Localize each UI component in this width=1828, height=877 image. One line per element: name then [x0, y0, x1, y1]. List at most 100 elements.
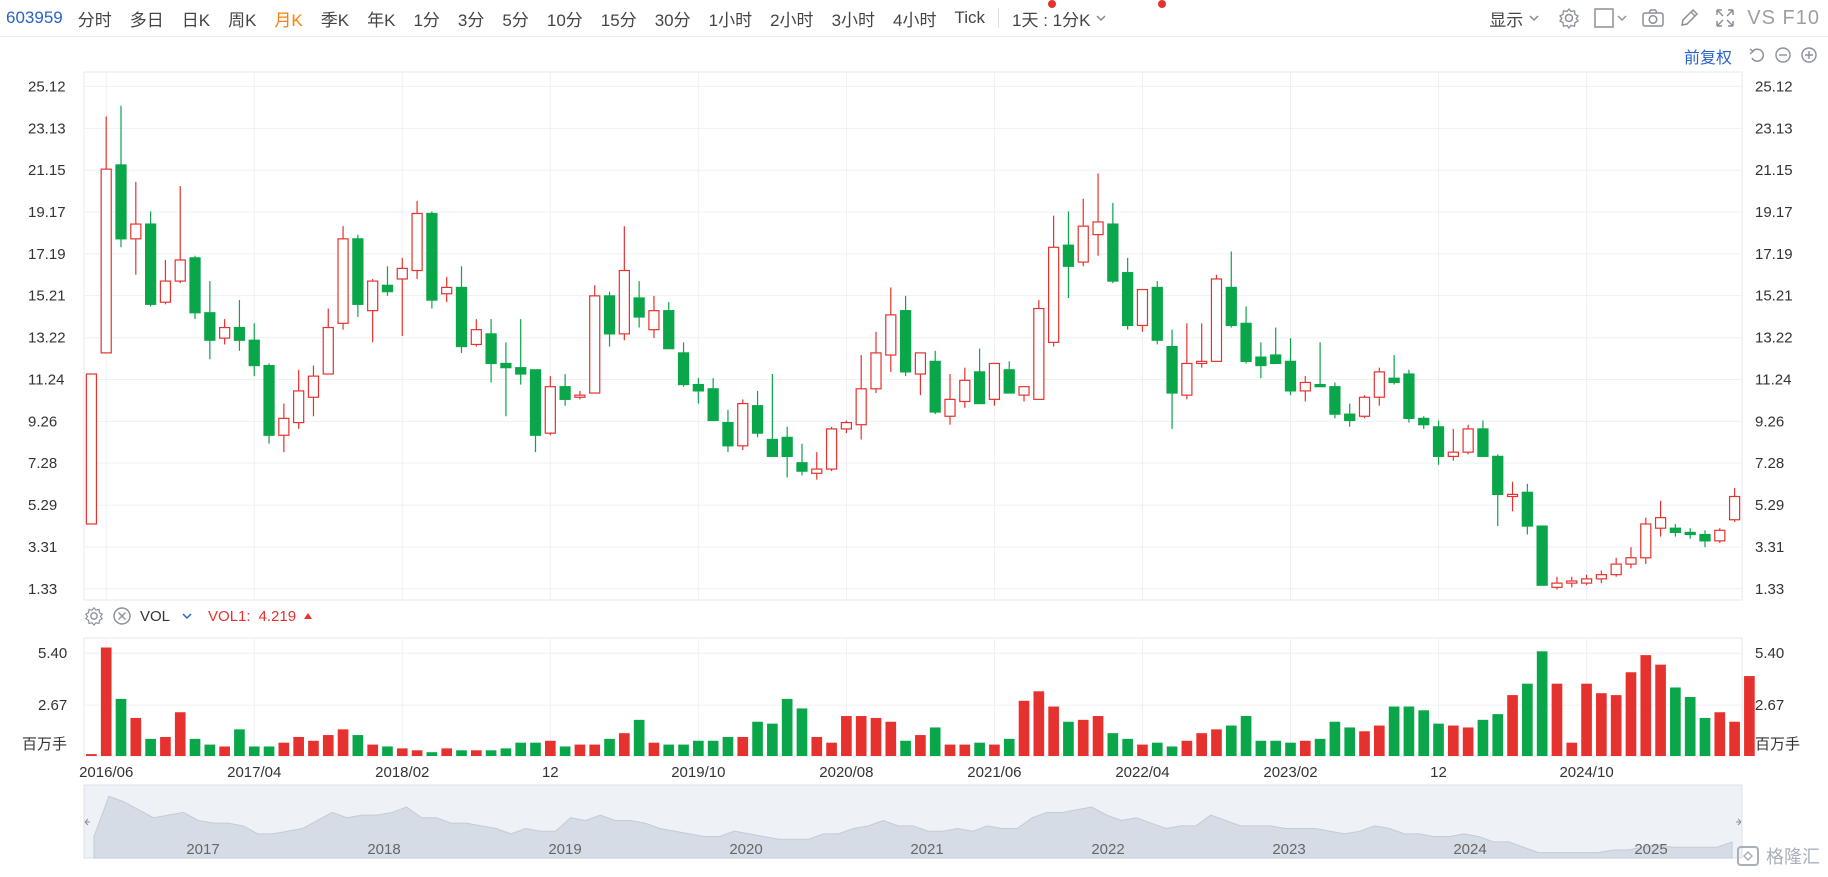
candle: [677, 342, 690, 387]
volume-bar: [604, 738, 615, 756]
volume-bar: [219, 746, 230, 756]
volume-bar: [944, 744, 956, 756]
candle-body: [307, 375, 320, 398]
volume-bar: [589, 744, 601, 756]
time-tick-label: 2023/02: [1263, 764, 1317, 781]
volume-tick-label: 2.67: [38, 697, 67, 714]
candle-body: [1403, 373, 1415, 419]
candle-body: [692, 383, 704, 392]
candle-body: [1196, 360, 1208, 365]
volume-bar: [1285, 742, 1296, 756]
range-navigator[interactable]: 2017 2018 2019 2020 2021 2022 2023 2024 2025: [83, 784, 1743, 859]
price-tick-label: 11.24: [28, 372, 64, 389]
volume-bar: [1359, 731, 1370, 756]
candle: [100, 116, 112, 354]
candle-body: [1062, 244, 1075, 267]
candle-body: [1299, 381, 1311, 392]
candle: [796, 443, 808, 476]
candle-body: [796, 462, 808, 472]
settings-gear-icon[interactable]: [84, 606, 104, 626]
candle: [988, 362, 1001, 406]
volume-bar: [1225, 725, 1237, 756]
candle-body: [1610, 563, 1622, 576]
volume-bar: [263, 746, 275, 756]
volume-bar: [619, 733, 630, 756]
candle-body: [1625, 557, 1637, 565]
candle: [1388, 355, 1400, 385]
candle: [1373, 367, 1385, 406]
price-tick-label: 19.17: [1755, 204, 1793, 221]
candle: [1225, 251, 1237, 328]
price-tick-label: 3.31: [28, 539, 57, 556]
candle-body: [1654, 517, 1667, 529]
volume-bar: [160, 736, 171, 756]
volume-bar: [1151, 742, 1163, 756]
volume-bar: [752, 721, 763, 756]
volume-bar: [1122, 738, 1133, 756]
volume-unit-label: 百万手: [22, 736, 67, 753]
candle: [1462, 424, 1474, 455]
candle: [219, 319, 231, 345]
candle: [1344, 403, 1356, 427]
volume-bar: [530, 742, 541, 756]
price-tick-label: 25.12: [28, 78, 66, 95]
candle: [737, 399, 749, 451]
candle: [1181, 323, 1193, 400]
candle-body: [189, 257, 201, 314]
candle-body: [500, 362, 512, 369]
candle-body: [1270, 354, 1282, 365]
candle: [1506, 481, 1519, 512]
volume-bar: [707, 740, 719, 756]
candle: [1551, 576, 1563, 590]
candle-body: [130, 223, 142, 240]
time-tick-label: 2022/04: [1115, 764, 1169, 781]
candle-body: [988, 362, 1001, 400]
price-tick-label: 21.15: [1755, 162, 1793, 179]
chevron-down-icon[interactable]: [180, 609, 194, 623]
candle-body: [1225, 286, 1237, 327]
volume-bar: [737, 736, 749, 756]
volume-bar: [278, 742, 290, 756]
candle: [233, 300, 246, 351]
candle: [529, 369, 542, 453]
price-axis-left: 25.12 23.13 21.15 19.17 17.19 15.21 13.22 11.24…: [28, 78, 66, 597]
price-tick-label: 19.17: [28, 204, 66, 221]
indicator-name[interactable]: VOL: [140, 608, 170, 625]
candle-body: [1388, 377, 1400, 384]
candle-body: [559, 386, 571, 400]
candle: [1625, 547, 1637, 569]
price-tick-label: 5.29: [1755, 497, 1784, 514]
candle-body: [352, 238, 364, 305]
volume-unit-label: 百万手: [1755, 736, 1800, 753]
volume-bar: [293, 736, 304, 756]
candle: [1166, 329, 1178, 429]
candle: [1033, 300, 1045, 400]
candle-body: [885, 314, 897, 356]
candle: [1418, 416, 1430, 429]
candle-body: [278, 417, 290, 436]
candle-body: [840, 421, 853, 430]
volume-bar: [722, 736, 734, 756]
candle-body: [589, 295, 601, 394]
volume-bar: [1063, 721, 1074, 756]
candle-body: [144, 223, 157, 305]
price-tick-label: 11.24: [1755, 372, 1791, 389]
navigator-tick-label: 2025: [1634, 841, 1667, 858]
volume-bar: [1522, 683, 1533, 756]
stock-chart[interactable]: 25.12 23.13 21.15 19.17 17.19 15.21 13.22 11.24…: [0, 0, 1828, 877]
close-icon[interactable]: [112, 606, 132, 626]
candle-body: [1033, 307, 1045, 400]
volume-bar: [1018, 700, 1030, 756]
candle: [1477, 420, 1489, 457]
time-axis: 2016/06 2017/04 2018/02 12 2019/10 2020/08 202…: [79, 764, 1614, 781]
price-tick-label: 17.19: [1755, 246, 1793, 263]
volume-bar: [1211, 729, 1222, 756]
volume-bar: [1477, 719, 1489, 756]
candle-body: [707, 388, 719, 422]
candle: [1151, 281, 1163, 345]
price-tick-label: 1.33: [1755, 581, 1784, 598]
candle: [870, 331, 882, 394]
candle-body: [722, 421, 734, 447]
volume-bar: [1166, 746, 1178, 756]
candle-body: [544, 386, 556, 434]
